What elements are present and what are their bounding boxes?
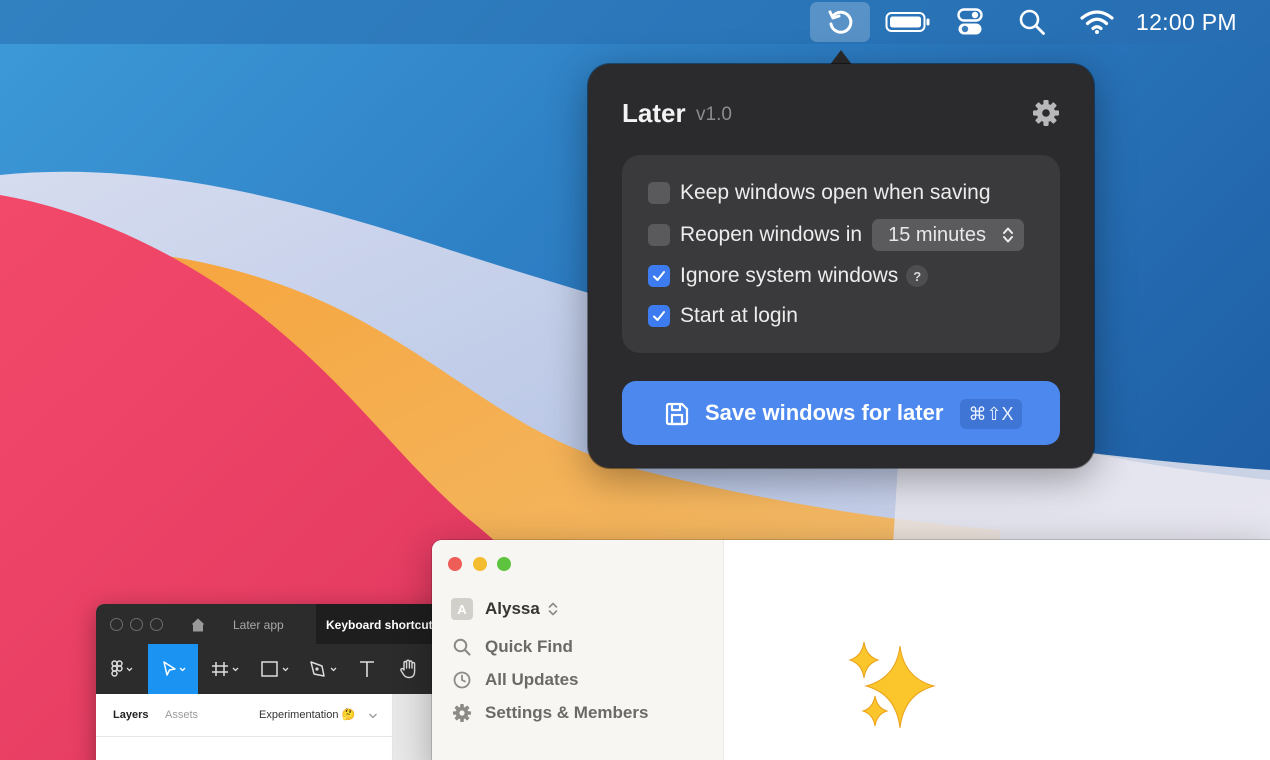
window-minimize-button[interactable] — [130, 618, 143, 631]
notes-sidebar: A Alyssa Quick Find All Updates Settings… — [432, 540, 724, 760]
rectangle-icon — [261, 661, 289, 677]
tab-label: Keyboard shortcuts — [326, 618, 440, 632]
settings-card: Keep windows open when saving Reopen win… — [622, 155, 1060, 353]
option-label: Reopen windows in — [680, 223, 863, 246]
save-windows-button[interactable]: Save windows for later ⌘⇧X — [622, 381, 1060, 445]
page-selector[interactable]: Experimentation 🤔 — [259, 708, 355, 721]
figma-window: Later app Keyboard shortcuts Layers Asse… — [96, 604, 442, 760]
search-icon — [1019, 9, 1045, 35]
app-title: Later — [622, 98, 686, 128]
option-start-at-login: Start at login — [648, 300, 798, 332]
sidebar-item-quick-find[interactable]: Quick Find — [452, 634, 573, 660]
gear-icon — [453, 704, 471, 722]
keyboard-shortcut-badge: ⌘⇧X — [960, 399, 1022, 429]
select-value: 15 minutes — [888, 223, 986, 246]
text-icon — [360, 661, 374, 677]
sidebar-item-settings[interactable]: Settings & Members — [452, 700, 648, 726]
start-at-login-checkbox[interactable] — [648, 305, 670, 327]
option-label: Keep windows open when saving — [680, 181, 991, 204]
window-close-button[interactable] — [110, 618, 123, 631]
window-zoom-button[interactable] — [150, 618, 163, 631]
panel-divider — [96, 736, 392, 737]
frame-icon — [212, 662, 239, 676]
workspace-name: Alyssa — [485, 599, 540, 618]
avatar: A — [451, 598, 473, 620]
later-popover: Later v1.0 Keep windows open when saving… — [588, 64, 1094, 468]
chevron-updown-icon — [548, 602, 558, 616]
tab-later-app[interactable]: Later app — [233, 618, 284, 632]
option-ignore-system-windows: Ignore system windows ? — [648, 260, 929, 292]
floppy-disk-icon — [665, 402, 689, 426]
shape-tool-button[interactable] — [254, 644, 296, 694]
move-tool-button[interactable] — [148, 644, 198, 694]
restore-arrow-icon — [828, 10, 853, 34]
window-minimize-button[interactable] — [473, 557, 487, 571]
option-keep-windows-open: Keep windows open when saving — [648, 177, 991, 209]
sidebar-item-label: Settings & Members — [485, 703, 649, 722]
control-center-button[interactable] — [952, 0, 988, 44]
battery-status[interactable] — [884, 0, 932, 44]
spotlight-button[interactable] — [1014, 0, 1050, 44]
battery-icon — [885, 12, 930, 32]
sidebar-item-label: Quick Find — [485, 637, 573, 656]
figma-left-panel: Layers Assets Experimentation 🤔 — [96, 694, 442, 760]
save-button-label: Save windows for later — [705, 400, 944, 425]
option-reopen-windows: Reopen windows in 15 minutes — [648, 219, 1025, 251]
home-icon[interactable] — [190, 617, 206, 633]
sparkles-icon — [848, 641, 936, 729]
figma-titlebar: Later app Keyboard shortcuts — [96, 604, 442, 644]
text-tool-button[interactable] — [352, 644, 382, 694]
menubar-clock[interactable]: 12:00 PM — [1136, 0, 1252, 44]
frame-tool-button[interactable] — [204, 644, 246, 694]
chevron-updown-icon — [1003, 227, 1014, 243]
main-menu-button[interactable] — [96, 644, 148, 694]
control-center-icon — [957, 8, 983, 35]
search-icon — [453, 638, 471, 656]
sidebar-item-label: All Updates — [485, 670, 579, 689]
reopen-interval-select[interactable]: 15 minutes — [872, 219, 1025, 251]
checkmark-icon — [653, 311, 665, 321]
keep-open-checkbox[interactable] — [648, 182, 670, 204]
wifi-button[interactable] — [1078, 0, 1116, 44]
workspace-switcher[interactable]: A Alyssa — [451, 598, 559, 620]
later-menubar-button[interactable] — [810, 2, 870, 42]
chevron-down-icon — [369, 713, 377, 719]
tab-keyboard-shortcuts[interactable]: Keyboard shortcuts — [316, 604, 442, 644]
window-zoom-button[interactable] — [497, 557, 511, 571]
option-label: Start at login — [680, 304, 798, 327]
notes-app-window: A Alyssa Quick Find All Updates Settings… — [432, 540, 1270, 760]
pen-icon — [310, 661, 337, 677]
gear-icon[interactable] — [1032, 99, 1060, 127]
clock-icon — [453, 671, 471, 689]
menu-bar: 12:00 PM — [0, 0, 1270, 44]
tab-layers[interactable]: Layers — [113, 709, 148, 721]
window-close-button[interactable] — [448, 557, 462, 571]
wifi-icon — [1080, 10, 1114, 34]
reopen-checkbox[interactable] — [648, 224, 670, 246]
figma-toolbar — [96, 644, 442, 694]
pen-tool-button[interactable] — [302, 644, 344, 694]
hand-icon — [400, 659, 416, 679]
ignore-system-checkbox[interactable] — [648, 265, 670, 287]
help-button[interactable]: ? — [906, 265, 929, 287]
hand-tool-button[interactable] — [394, 644, 424, 694]
figma-logo-icon — [111, 660, 133, 677]
cursor-arrow-icon — [163, 661, 186, 676]
option-label: Ignore system windows — [680, 264, 899, 287]
sidebar-item-all-updates[interactable]: All Updates — [452, 667, 579, 693]
app-version: v1.0 — [696, 104, 732, 125]
tab-assets[interactable]: Assets — [165, 709, 198, 721]
checkmark-icon — [653, 271, 665, 281]
